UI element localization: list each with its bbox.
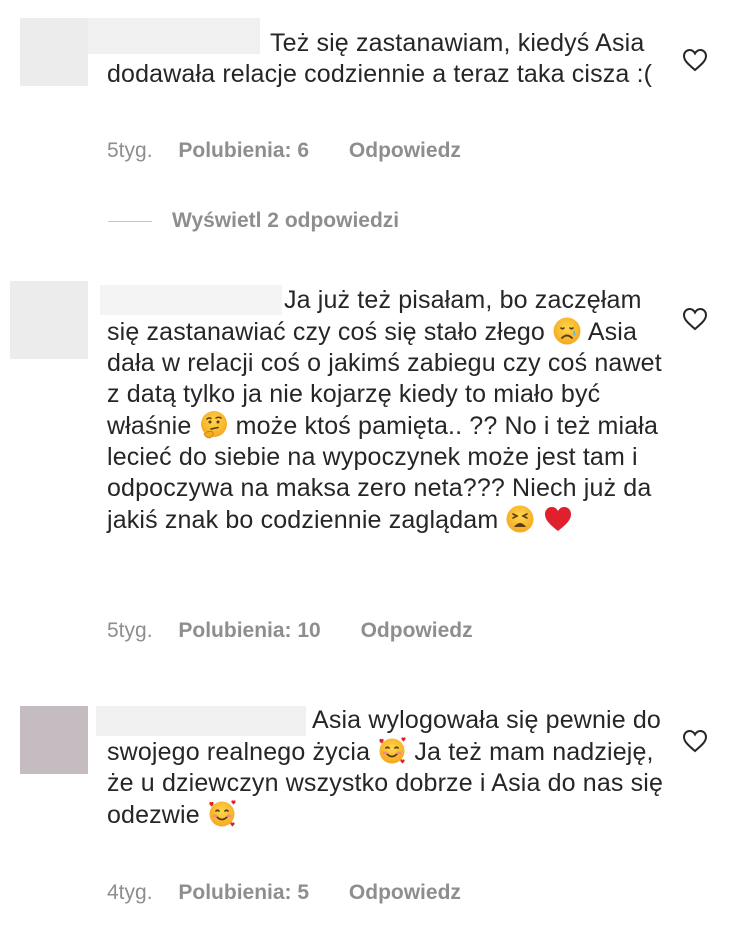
- comment-meta: 4tyg. Polubienia: 5 Odpowiedz: [107, 881, 461, 905]
- comment-meta: 5tyg. Polubienia: 10 Odpowiedz: [107, 619, 473, 643]
- comment-time: 5tyg.: [107, 139, 153, 162]
- weary-face-emoji: [506, 505, 534, 533]
- comment-time: 5tyg.: [107, 619, 153, 642]
- reply-button[interactable]: Odpowiedz: [349, 139, 461, 162]
- reply-button[interactable]: Odpowiedz: [361, 619, 473, 642]
- comment-body: Też się zastanawiam, kiedyś Asia dodawał…: [107, 28, 667, 90]
- avatar[interactable]: [20, 18, 88, 86]
- smiling-face-with-hearts-emoji: [379, 737, 406, 764]
- comment-text: Też się zastanawiam, kiedyś Asia dodawał…: [107, 29, 653, 88]
- view-replies-button[interactable]: Wyświetl 2 odpowiedzi: [108, 206, 399, 236]
- comment-body: Ja już też pisałam, bo zaczęłam się zast…: [107, 285, 667, 536]
- smiling-face-with-hearts-emoji: [209, 800, 236, 827]
- avatar[interactable]: [10, 281, 88, 359]
- likes-count[interactable]: Polubienia: 10: [178, 619, 320, 642]
- heart-outline-icon[interactable]: [682, 48, 708, 72]
- heart-outline-icon[interactable]: [682, 729, 708, 753]
- red-heart-emoji: [544, 507, 571, 531]
- view-replies-label: Wyświetl 2 odpowiedzi: [172, 209, 400, 232]
- heart-outline-icon[interactable]: [682, 307, 708, 331]
- sad-but-relieved-face-emoji: [553, 317, 581, 345]
- reply-button[interactable]: Odpowiedz: [349, 881, 461, 904]
- comment-meta: 5tyg. Polubienia: 6 Odpowiedz: [107, 139, 461, 163]
- likes-count[interactable]: Polubienia: 6: [178, 139, 309, 162]
- comment-body: Asia wylogowała się pewnie do swojego re…: [107, 705, 667, 831]
- likes-count[interactable]: Polubienia: 5: [178, 881, 309, 904]
- divider-line: [108, 220, 152, 222]
- comment-time: 4tyg.: [107, 881, 153, 904]
- thinking-face-emoji: [200, 411, 227, 439]
- avatar[interactable]: [20, 706, 88, 774]
